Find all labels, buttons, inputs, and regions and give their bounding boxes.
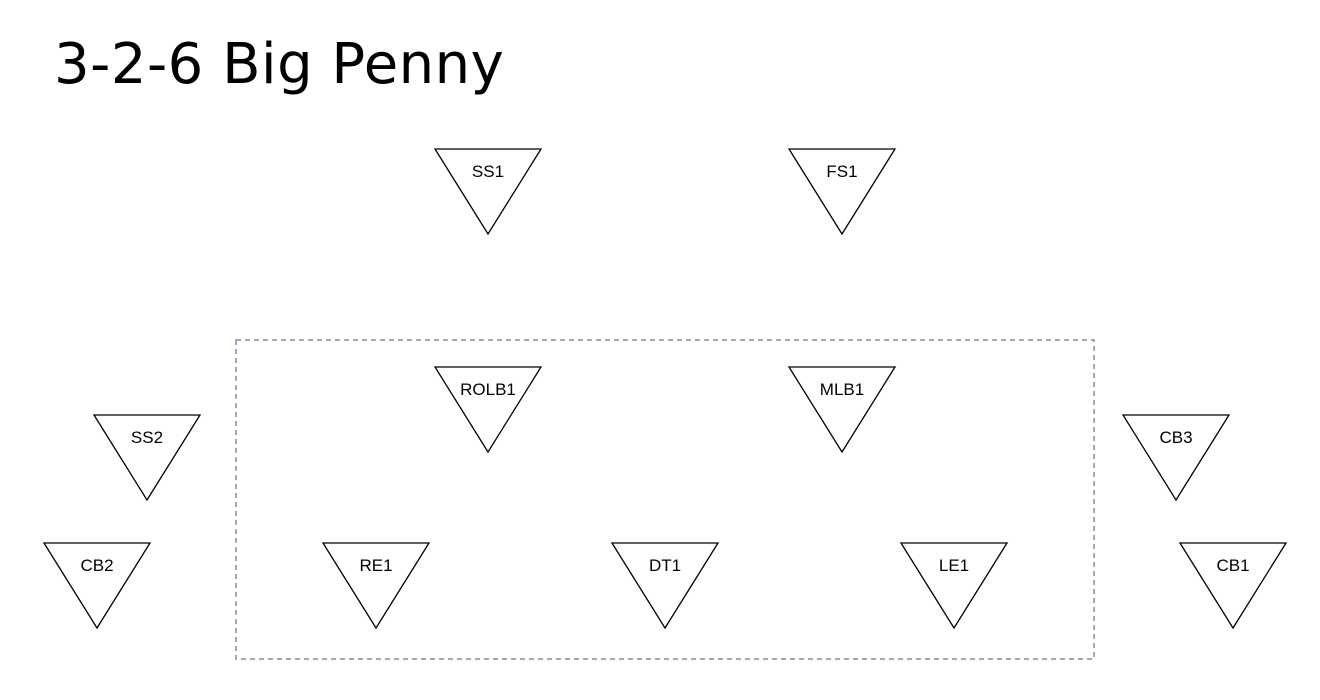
player-le1: LE1: [899, 542, 1009, 630]
player-label: SS1: [472, 162, 504, 181]
player-label: DT1: [649, 556, 681, 575]
slide: 3-2-6 Big Penny SS1 FS1 ROLB1 MLB1 SS2 CB3 CB2…: [0, 0, 1320, 700]
players-layer: SS1 FS1 ROLB1 MLB1 SS2 CB3 CB2 RE1 DT1 LE1 CB1: [42, 148, 1288, 630]
player-label: CB1: [1216, 556, 1249, 575]
player-label: RE1: [359, 556, 392, 575]
player-mlb1: MLB1: [787, 366, 897, 454]
player-dt1: DT1: [610, 542, 720, 630]
player-label: MLB1: [820, 380, 864, 399]
player-label: ROLB1: [460, 380, 516, 399]
player-cb2: CB2: [42, 542, 152, 630]
player-re1: RE1: [321, 542, 431, 630]
player-label: CB3: [1159, 428, 1192, 447]
player-rolb1: ROLB1: [433, 366, 543, 454]
player-fs1: FS1: [787, 148, 897, 236]
player-cb1: CB1: [1178, 542, 1288, 630]
formation-diagram: SS1 FS1 ROLB1 MLB1 SS2 CB3 CB2 RE1 DT1 LE1 CB1: [42, 148, 1288, 660]
player-label: CB2: [80, 556, 113, 575]
player-ss1: SS1: [433, 148, 543, 236]
player-label: FS1: [826, 162, 857, 181]
player-cb3: CB3: [1121, 414, 1231, 502]
player-label: SS2: [131, 428, 163, 447]
player-label: LE1: [939, 556, 969, 575]
player-ss2: SS2: [92, 414, 202, 502]
